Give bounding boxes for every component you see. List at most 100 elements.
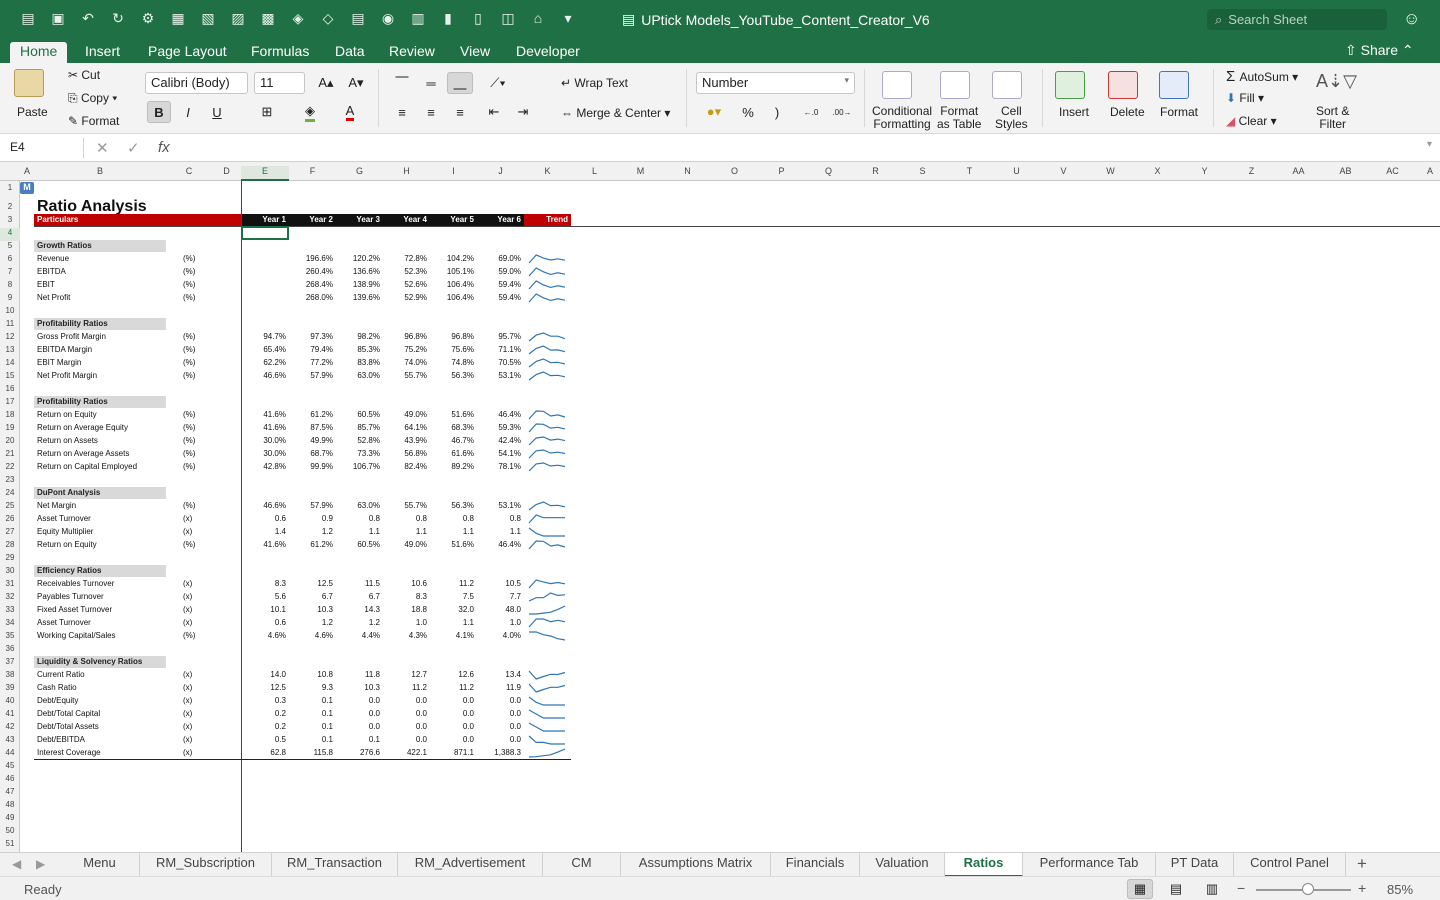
worksheet-grid[interactable]: A B C D E F G H I J K L M N O P Q R S T U V W X Y Z AA AB AC A 123456…: [0, 162, 1440, 852]
toolbar-icon-3[interactable]: ▨: [230, 10, 246, 26]
sheet-tab-rm-advertisement[interactable]: RM_Advertisement: [398, 853, 543, 877]
confirm-icon[interactable]: ✓: [127, 139, 140, 157]
toolbar-icon-6[interactable]: ◇: [320, 10, 336, 26]
delete-cells-button[interactable]: Delete: [1110, 105, 1145, 119]
sheet-tab-menu[interactable]: Menu: [60, 853, 140, 877]
save-icon[interactable]: ▣: [50, 10, 66, 26]
font-color-button[interactable]: A: [333, 101, 367, 123]
sheet-tab-performance-tab[interactable]: Performance Tab: [1023, 853, 1156, 877]
align-top-button[interactable]: ⎺: [389, 72, 415, 94]
bold-button[interactable]: B: [147, 101, 171, 123]
scroll-tabs-left-icon[interactable]: ◀: [12, 857, 21, 871]
tab-data[interactable]: Data: [325, 42, 375, 63]
delete-cells-icon[interactable]: [1108, 71, 1138, 99]
toolbar-icon-7[interactable]: ▤: [350, 10, 366, 26]
sort-filter-button[interactable]: Sort & Filter: [1316, 105, 1349, 131]
sheet-tab-assumptions-matrix[interactable]: Assumptions Matrix: [621, 853, 771, 877]
align-bottom-button[interactable]: ⎽: [447, 72, 473, 94]
fill-button[interactable]: ⬇ Fill ▾: [1226, 91, 1264, 105]
copy-button[interactable]: ⎘ Copy ▾: [68, 91, 117, 106]
cell-styles-icon[interactable]: [992, 71, 1022, 99]
toolbar-icon-8[interactable]: ◉: [380, 10, 396, 26]
increase-font-button[interactable]: A▴: [313, 72, 339, 94]
paste-button[interactable]: Paste: [17, 105, 48, 119]
sheet-tab-control-panel[interactable]: Control Panel: [1234, 853, 1346, 877]
underline-button[interactable]: U: [205, 101, 229, 123]
undo-icon[interactable]: ↶: [80, 10, 96, 26]
page-layout-view-button[interactable]: ▤: [1163, 879, 1189, 899]
align-right-button[interactable]: ≡: [447, 101, 473, 123]
increase-indent-button[interactable]: ⇥: [510, 101, 536, 123]
cut-button[interactable]: ✂ Cut: [68, 68, 100, 82]
toolbar-icon-12[interactable]: ◫: [500, 10, 516, 26]
wrap-text-button[interactable]: ↵ Wrap Text: [561, 76, 628, 90]
macro-icon[interactable]: ⚙: [140, 10, 156, 26]
sort-filter-icon[interactable]: A⇣▽: [1316, 71, 1357, 92]
font-size-select[interactable]: 11: [254, 72, 305, 94]
page-break-view-button[interactable]: ▥: [1199, 879, 1225, 899]
format-as-table-button[interactable]: Format as Table: [937, 105, 981, 131]
toolbar-icon-1[interactable]: ▦: [170, 10, 186, 26]
number-format-select[interactable]: Number ▾: [696, 72, 855, 94]
align-center-button[interactable]: ≡: [418, 101, 444, 123]
tab-insert[interactable]: Insert: [75, 42, 130, 63]
share-button[interactable]: ⇧ Share ⌃: [1345, 42, 1414, 59]
borders-button[interactable]: ⊞: [250, 101, 284, 123]
zoom-in-button[interactable]: +: [1358, 880, 1366, 896]
formula-input[interactable]: [190, 141, 1420, 157]
autosum-button[interactable]: Σ AutoSum ▾: [1226, 68, 1298, 85]
scroll-tabs-right-icon[interactable]: ▶: [36, 857, 45, 871]
search-sheet-field[interactable]: ⌕ Search Sheet: [1207, 9, 1387, 30]
name-box[interactable]: E4: [4, 138, 84, 158]
insert-cells-icon[interactable]: [1055, 71, 1085, 99]
toolbar-icon-4[interactable]: ▩: [260, 10, 276, 26]
toolbar-icon-5[interactable]: ◈: [290, 10, 306, 26]
tab-formulas[interactable]: Formulas: [241, 42, 319, 63]
add-sheet-button[interactable]: +: [1357, 854, 1367, 874]
tab-home[interactable]: Home: [10, 42, 68, 63]
toolbar-icon-11[interactable]: ▯: [470, 10, 486, 26]
toolbar-icon-2[interactable]: ▧: [200, 10, 216, 26]
toolbar-icon-9[interactable]: ▥: [410, 10, 426, 26]
decrease-indent-button[interactable]: ⇤: [481, 101, 507, 123]
sheet-tab-valuation[interactable]: Valuation: [860, 853, 945, 877]
orientation-button[interactable]: ⟋▾: [481, 72, 515, 94]
function-button[interactable]: fx: [158, 139, 170, 156]
clear-button[interactable]: ◢ Clear ▾: [1226, 114, 1277, 128]
align-left-button[interactable]: ≡: [389, 101, 415, 123]
paste-icon[interactable]: [14, 69, 44, 97]
sheet-tab-pt-data[interactable]: PT Data: [1156, 853, 1234, 877]
expand-formula-icon[interactable]: ▾: [1427, 139, 1432, 150]
customize-toolbar-icon[interactable]: ▾: [560, 10, 576, 26]
conditional-formatting-button[interactable]: Conditional Formatting: [872, 105, 932, 131]
accounting-format-button[interactable]: ●▾: [697, 101, 731, 123]
toolbar-icon-10[interactable]: ▮: [440, 10, 456, 26]
zoom-out-button[interactable]: −: [1237, 880, 1245, 896]
sheet-tab-cm[interactable]: CM: [543, 853, 621, 877]
decrease-decimal-button[interactable]: .00→: [828, 101, 856, 123]
fill-color-button[interactable]: ◈: [293, 101, 327, 123]
format-cells-button[interactable]: Format: [1160, 105, 1198, 119]
sheet-tab-rm-transaction[interactable]: RM_Transaction: [272, 853, 398, 877]
cancel-icon[interactable]: ✕: [96, 139, 109, 157]
home-icon[interactable]: ⌂: [530, 10, 546, 26]
percent-style-button[interactable]: %: [736, 101, 760, 123]
conditional-formatting-icon[interactable]: [882, 71, 912, 99]
normal-view-button[interactable]: ▦: [1127, 879, 1153, 899]
comma-style-button[interactable]: ): [765, 101, 789, 123]
align-middle-button[interactable]: ═: [418, 72, 444, 94]
redo-icon[interactable]: ↻: [110, 10, 126, 26]
sheet-tab-financials[interactable]: Financials: [771, 853, 860, 877]
format-cells-icon[interactable]: [1159, 71, 1189, 99]
increase-decimal-button[interactable]: ←.0: [797, 101, 825, 123]
format-as-table-icon[interactable]: [940, 71, 970, 99]
tab-developer[interactable]: Developer: [506, 42, 590, 63]
sidebar-toggle-icon[interactable]: ▤: [20, 10, 36, 26]
sheet-tab-ratios[interactable]: Ratios: [945, 853, 1023, 877]
sheet-tab-rm-subscription[interactable]: RM_Subscription: [140, 853, 272, 877]
italic-button[interactable]: I: [176, 101, 200, 123]
zoom-slider-handle[interactable]: [1301, 883, 1314, 895]
insert-cells-button[interactable]: Insert: [1059, 105, 1089, 119]
merge-center-button[interactable]: ⇔ Merge & Center ▾: [561, 106, 670, 120]
decrease-font-button[interactable]: A▾: [343, 72, 369, 94]
